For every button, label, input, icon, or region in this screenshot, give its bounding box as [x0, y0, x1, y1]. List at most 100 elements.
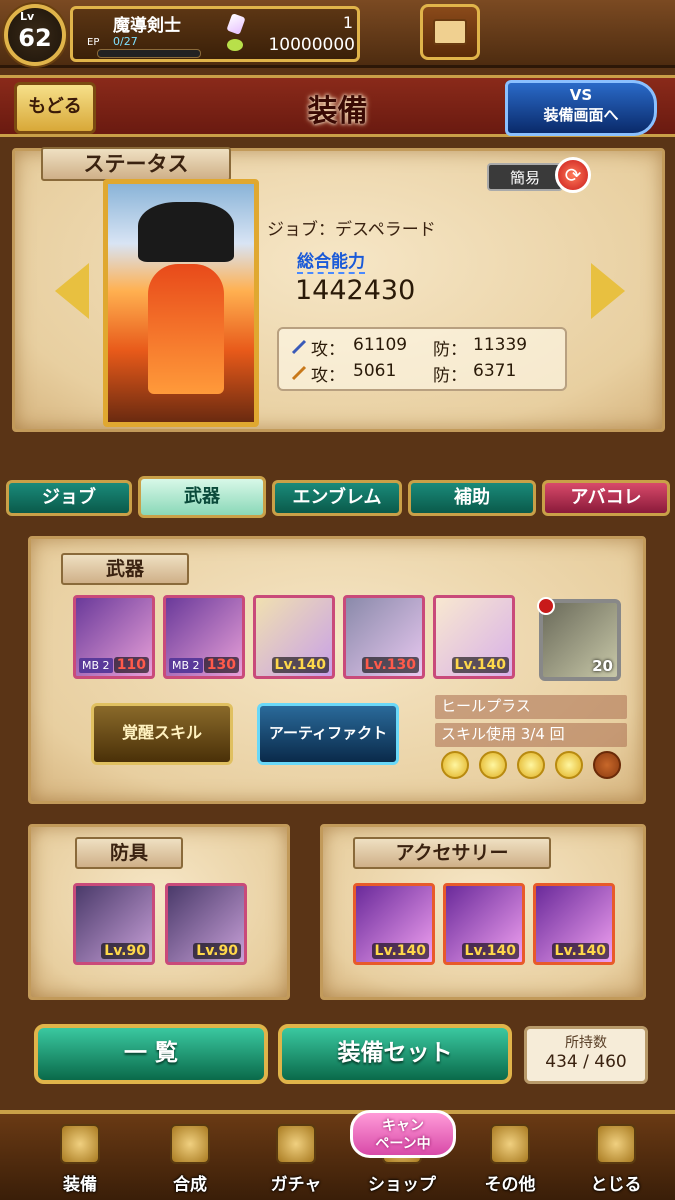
weapon-card[interactable]: MB 2 130 [163, 595, 245, 679]
bottom-nav: 装備 合成 ガチャ ショップ その他 とじる [0, 1110, 675, 1200]
nav-other[interactable]: その他 [460, 1118, 560, 1200]
character-hat [138, 202, 234, 262]
skill-coin-icon [441, 751, 469, 779]
nav-shop-label: ショップ [368, 1175, 436, 1195]
accessory-level: Lv.140 [551, 943, 609, 959]
nav-synthesis[interactable]: 合成 [140, 1118, 240, 1200]
skill-coin-icon [479, 751, 507, 779]
accessory-card[interactable]: Lv.140 [443, 883, 525, 965]
gold-coin-icon [227, 39, 243, 51]
armor-panel: 防具 Lv.90 Lv.90 [28, 824, 290, 1000]
crystal-count: 1 [342, 13, 353, 32]
page-title: 装備 [307, 94, 368, 129]
tab-avatar-collection[interactable]: アバコレ [542, 480, 670, 516]
accessory-card[interactable]: Lv.140 [353, 883, 435, 965]
armor-ribbon: 防具 [75, 837, 183, 869]
weapon-level: Lv.140 [451, 657, 509, 673]
weapon-card[interactable]: MB 2 110 [73, 595, 155, 679]
gold-count: 10000000 [268, 35, 355, 55]
accessory-level: Lv.140 [461, 943, 519, 959]
weapon-level: 130 [203, 657, 239, 673]
weapon-card[interactable]: Lv.130 [343, 595, 425, 679]
skill-coin-icon [555, 751, 583, 779]
gem-icon [537, 597, 555, 615]
weapon-level: 110 [113, 657, 149, 673]
skill-coin-icon [517, 751, 545, 779]
level-badge: Lv 62 [4, 4, 66, 66]
job-text: ジョブ：デスペラード [267, 220, 436, 240]
nav-synthesis-label: 合成 [173, 1175, 207, 1195]
character-portrait[interactable] [103, 179, 259, 427]
vs-label: VS [569, 86, 593, 104]
crystal-icon [226, 13, 246, 35]
level-value: 62 [18, 24, 52, 52]
weapon-panel: 武器 MB 2 110 MB 2 130 Lv.140 Lv.130 Lv.14… [28, 536, 646, 804]
close-icon [596, 1124, 636, 1164]
magic-attack-value: 5061 [353, 361, 397, 381]
physical-defense-value: 11339 [473, 335, 528, 355]
physical-defense-label: 防： [433, 340, 467, 360]
vs-equipment-button[interactable]: VS 装備画面へ [505, 80, 657, 136]
physical-attack-value: 61109 [353, 335, 408, 355]
skill-coin-empty-icon [593, 751, 621, 779]
tab-weapon[interactable]: 武器 [138, 476, 266, 518]
accessory-level: Lv.140 [371, 943, 429, 959]
gacha-icon [276, 1124, 316, 1164]
armor-card[interactable]: Lv.90 [73, 883, 155, 965]
accessory-card[interactable]: Lv.140 [533, 883, 615, 965]
tab-support[interactable]: 補助 [408, 480, 536, 516]
book-icon [433, 19, 467, 45]
accessory-ribbon: アクセサリー [353, 837, 551, 869]
armor-level: Lv.90 [101, 943, 149, 959]
nav-close[interactable]: とじる [566, 1118, 666, 1200]
next-arrow-icon[interactable] [591, 263, 625, 319]
weapon-card[interactable]: Lv.140 [253, 595, 335, 679]
tab-emblem[interactable]: エンブレム [272, 480, 402, 516]
skill-name: ヒールプラス [435, 695, 627, 719]
weapon-card[interactable]: Lv.140 [433, 595, 515, 679]
equipped-weapon-count: 20 [592, 657, 613, 675]
total-power-label: 総合能力 [297, 247, 365, 274]
weapon-level: Lv.140 [271, 657, 329, 673]
hammer-icon [170, 1124, 210, 1164]
campaign-badge[interactable]: キャン ペーン中 [350, 1110, 456, 1158]
armor-card[interactable]: Lv.90 [165, 883, 247, 965]
level-label: Lv [20, 10, 35, 23]
ep-value: 0/27 [113, 35, 138, 48]
owned-count-box: 所持数 434 / 460 [524, 1026, 648, 1084]
magic-defense-label: 防： [433, 366, 467, 386]
status-ribbon: ステータス [41, 147, 231, 181]
nav-equip[interactable]: 装備 [30, 1118, 130, 1200]
equip-icon [60, 1124, 100, 1164]
owned-count: 434 / 460 [545, 1052, 627, 1072]
back-button[interactable]: もどる [14, 82, 96, 134]
vs-subtitle: 装備画面へ [543, 106, 619, 124]
refresh-icon[interactable]: ⟳ [555, 157, 591, 193]
weapon-ribbon: 武器 [61, 553, 189, 585]
equipped-weapon-slot[interactable]: 20 [537, 597, 621, 681]
magic-defense-value: 6371 [473, 361, 517, 381]
staff-icon [291, 365, 307, 381]
mb-badge: MB 2 [169, 658, 203, 673]
equip-set-button[interactable]: 装備セット [278, 1024, 512, 1084]
list-button[interactable]: 一 覧 [34, 1024, 268, 1084]
character-body [148, 264, 224, 394]
tab-job[interactable]: ジョブ [6, 480, 132, 516]
nav-gacha-label: ガチャ [270, 1175, 322, 1195]
nav-equip-label: 装備 [63, 1175, 97, 1195]
stat-box: 攻： 61109 防： 11339 攻： 5061 防： 6371 [277, 327, 567, 391]
awaken-skill-button[interactable]: 覚醒スキル [91, 703, 233, 765]
campaign-badge-line1: キャン [382, 1118, 424, 1134]
simple-view-label[interactable]: 簡易 [487, 163, 563, 191]
nav-gacha[interactable]: ガチャ [246, 1118, 346, 1200]
page-header: もどる 装備 VS 装備画面へ [0, 75, 675, 137]
artifact-button[interactable]: アーティファクト [257, 703, 399, 765]
character-name: 魔導剣士 [113, 16, 181, 36]
book-menu-button[interactable] [420, 4, 480, 60]
ep-label: EP [87, 37, 100, 48]
nav-other-label: その他 [484, 1175, 536, 1195]
previous-arrow-icon[interactable] [55, 263, 89, 319]
nav-close-label: とじる [590, 1175, 642, 1195]
mb-badge: MB 2 [79, 658, 113, 673]
skill-usage: スキル使用 3/4 回 [435, 723, 627, 747]
